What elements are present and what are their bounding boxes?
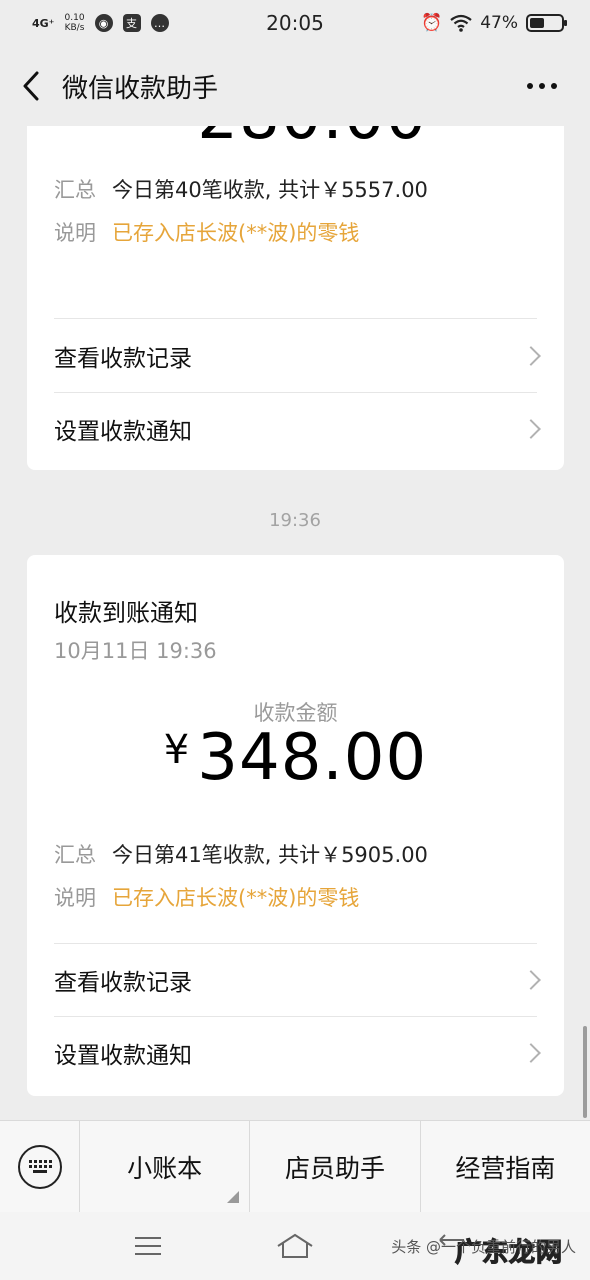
summary-row: 汇总 今日第41笔收款, 共计￥5905.00 — [54, 843, 428, 867]
view-records-link[interactable]: 查看收款记录 — [27, 944, 564, 1016]
chat-bubble-icon: … — [150, 14, 169, 32]
back-arrow-icon — [23, 71, 39, 101]
nav-bar: 微信收款助手 — [0, 46, 590, 126]
card-date: 10月11日 19:36 — [54, 639, 217, 663]
scrollbar[interactable] — [583, 1026, 587, 1118]
submenu-indicator-icon — [227, 1190, 240, 1203]
status-bar: 4G⁺ 0.10 KB/s ◉ 支 … 20:05 ⏰ 47% — [0, 0, 590, 46]
more-dot-icon — [539, 83, 545, 89]
view-records-link[interactable]: 查看收款记录 — [27, 320, 564, 392]
chevron-right-icon — [521, 970, 541, 990]
keyboard-icon — [17, 1144, 62, 1189]
payment-amount: ¥280.00 — [27, 126, 564, 154]
hamburger-icon — [135, 1237, 161, 1255]
chevron-right-icon — [521, 419, 541, 439]
alipay-icon: 支 — [122, 14, 141, 32]
service-menu-bar: 小账本 店员助手 经营指南 — [0, 1120, 590, 1213]
chevron-right-icon — [521, 346, 541, 366]
more-dot-icon — [527, 83, 533, 89]
menu-business-guide[interactable]: 经营指南 — [421, 1121, 590, 1213]
menu-ledger[interactable]: 小账本 — [80, 1120, 251, 1213]
network-speed: 0.10 KB/s — [64, 13, 85, 33]
note-row: 说明 已存入店长波(**波)的零钱 — [54, 886, 360, 910]
chevron-right-icon — [521, 1043, 541, 1063]
battery-fill — [530, 18, 545, 28]
more-button[interactable] — [520, 68, 564, 104]
home-button[interactable] — [275, 1228, 315, 1264]
more-dot-icon — [551, 83, 557, 89]
menu-staff-assistant[interactable]: 店员助手 — [250, 1120, 421, 1213]
page-title: 微信收款助手 — [62, 73, 219, 104]
payment-amount: ¥348.00 — [163, 721, 428, 795]
battery-icon — [526, 14, 567, 32]
note-row: 说明 已存入店长波(**波)的零钱 — [54, 221, 360, 245]
watermark-text: 头条 @一个负重前行的男人 — [391, 1238, 576, 1256]
alarm-icon: ⏰ — [421, 13, 443, 33]
divider — [54, 318, 537, 319]
summary-row: 汇总 今日第40笔收款, 共计￥5557.00 — [54, 178, 428, 202]
wifi-icon — [450, 14, 472, 32]
notification-settings-link[interactable]: 设置收款通知 — [27, 393, 564, 465]
compass-icon: ◉ — [94, 14, 113, 32]
message-list[interactable]: ¥280.00 汇总今日第40笔收款, 共计￥5557.00 说明已存入店长波(… — [0, 126, 590, 1120]
payment-card: 收款到账通知 10月11日 19:36 收款金额 ¥348.00 汇总 今日第41… — [27, 555, 564, 1096]
keyboard-toggle-button[interactable] — [0, 1120, 80, 1213]
menu-button[interactable] — [128, 1228, 168, 1264]
battery-percent: 47% — [480, 13, 518, 33]
payment-card-previous: ¥280.00 汇总今日第40笔收款, 共计￥5557.00 说明已存入店长波(… — [27, 126, 564, 470]
notification-settings-link[interactable]: 设置收款通知 — [27, 1017, 564, 1089]
signal-icon: 4G⁺ — [32, 16, 55, 30]
card-title: 收款到账通知 — [54, 599, 198, 627]
back-button[interactable] — [0, 46, 62, 126]
time-separator: 19:36 — [269, 510, 321, 531]
home-icon — [277, 1233, 313, 1258]
